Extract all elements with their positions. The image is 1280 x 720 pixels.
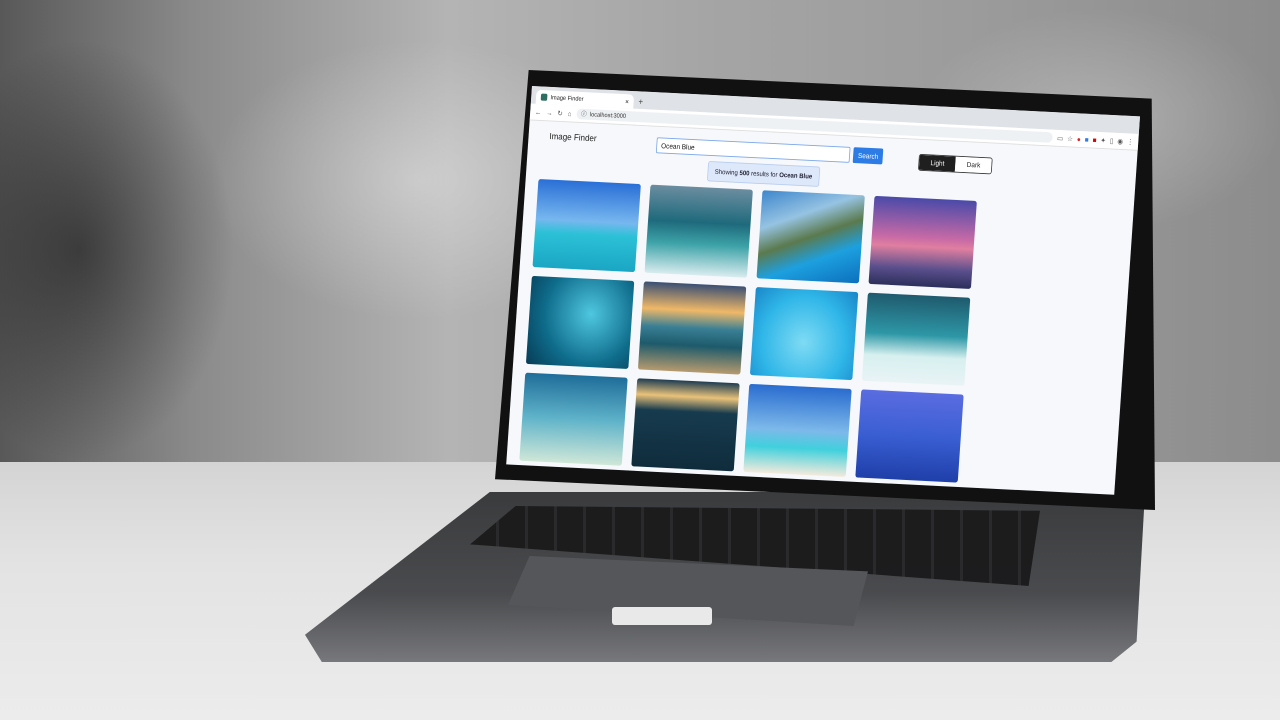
extension-translate-icon[interactable]: ■ xyxy=(1085,135,1089,143)
theme-toggle: Light Dark xyxy=(917,153,993,175)
toolbar-icons: ▭ ☆ ● ■ ■ ✦ ▯ ◉ ⋮ xyxy=(1057,134,1134,146)
forward-icon[interactable]: → xyxy=(546,108,553,116)
search-bar: Search xyxy=(655,137,884,165)
cast-icon[interactable]: ▭ xyxy=(1057,134,1064,142)
tab-title: Image Finder xyxy=(550,94,584,103)
search-input[interactable] xyxy=(655,137,851,163)
image-tile[interactable] xyxy=(861,292,971,386)
app-page: Image Finder Search Light Dark Showing 5… xyxy=(506,120,1137,494)
image-tile[interactable] xyxy=(519,372,628,466)
address-text: localhost:3000 xyxy=(589,111,627,120)
search-button[interactable]: Search xyxy=(852,147,884,165)
results-query: Ocean Blue xyxy=(778,170,813,181)
image-tile[interactable] xyxy=(743,383,852,477)
image-tile[interactable] xyxy=(631,378,740,472)
close-icon[interactable]: × xyxy=(625,97,629,105)
reload-icon[interactable]: ↻ xyxy=(557,109,563,117)
image-tile[interactable] xyxy=(855,389,964,483)
results-count: 500 xyxy=(739,168,750,178)
theme-light-button[interactable]: Light xyxy=(918,154,957,172)
image-tile[interactable] xyxy=(749,287,859,381)
image-tile[interactable] xyxy=(532,179,641,273)
browser-screen: Image Finder × + ← → ↻ ⌂ ⓘ localhost:300… xyxy=(506,86,1140,495)
sidebar-icon[interactable]: ▯ xyxy=(1110,137,1114,145)
favicon-icon xyxy=(540,93,548,101)
info-icon: ⓘ xyxy=(580,111,587,118)
image-grid xyxy=(519,179,977,483)
extensions-puzzle-icon[interactable]: ✦ xyxy=(1100,136,1106,144)
bookmark-star-icon[interactable]: ☆ xyxy=(1067,134,1073,142)
laptop-front-notch xyxy=(612,607,712,625)
image-tile[interactable] xyxy=(868,195,977,289)
image-tile[interactable] xyxy=(644,184,753,278)
image-tile[interactable] xyxy=(637,281,747,375)
results-middle: results for xyxy=(750,169,778,179)
app-logo[interactable]: Image Finder xyxy=(549,132,597,144)
results-banner: Showing 500 results for Ocean Blue xyxy=(706,161,821,187)
back-icon[interactable]: ← xyxy=(535,108,542,116)
new-tab-icon[interactable]: + xyxy=(633,97,648,109)
menu-kebab-icon[interactable]: ⋮ xyxy=(1127,137,1134,145)
image-tile[interactable] xyxy=(756,190,865,284)
extension-red-icon[interactable]: ■ xyxy=(1092,136,1096,144)
profile-avatar-icon[interactable]: ◉ xyxy=(1117,137,1123,145)
image-tile[interactable] xyxy=(525,275,635,369)
home-icon[interactable]: ⌂ xyxy=(567,109,571,117)
extension-opera-icon[interactable]: ● xyxy=(1077,135,1081,143)
results-prefix: Showing xyxy=(714,167,739,177)
theme-dark-button[interactable]: Dark xyxy=(955,156,993,174)
